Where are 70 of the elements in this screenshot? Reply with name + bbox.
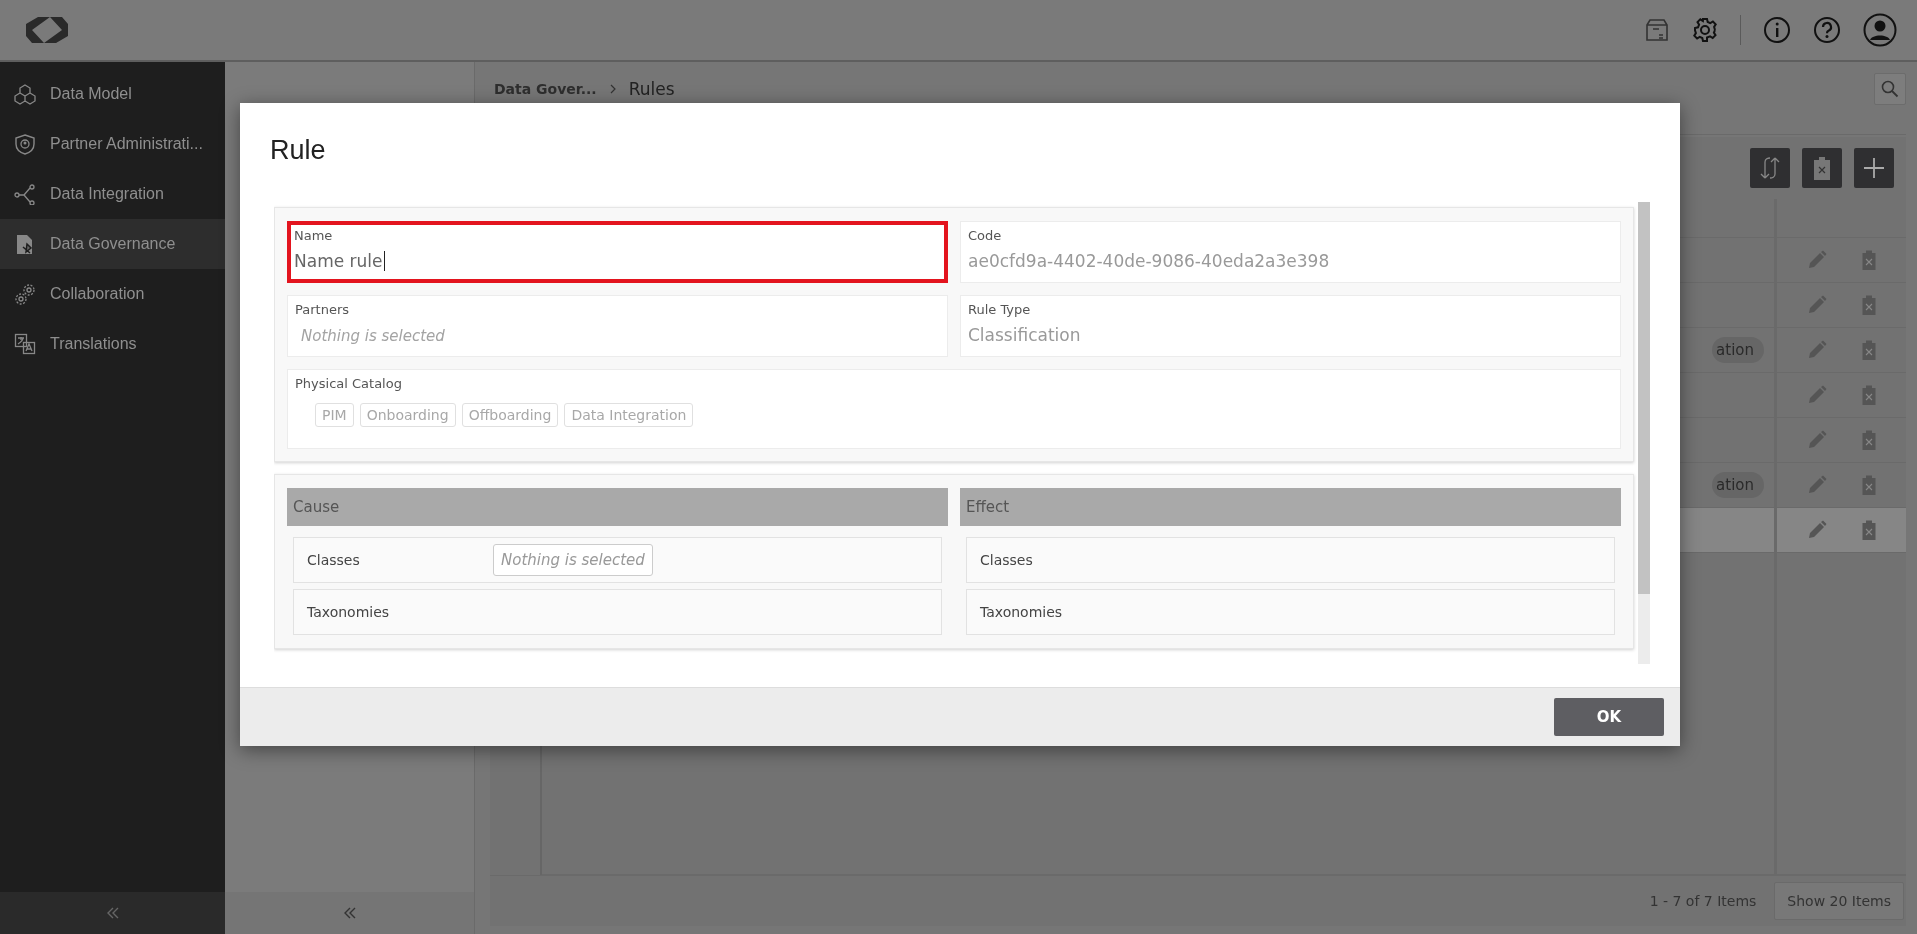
field-label: Rule Type: [968, 302, 1032, 317]
section-header: Effect: [960, 488, 1621, 526]
pencil-icon[interactable]: [1806, 295, 1827, 315]
field-label: Name: [294, 228, 334, 243]
chevron-right-icon: [608, 84, 617, 94]
delete-button[interactable]: [1802, 148, 1842, 188]
select-field[interactable]: Partners Nothing is selected: [287, 295, 948, 357]
sync-icon: [1759, 156, 1781, 180]
field-label: Code: [968, 228, 1003, 243]
page-size-button[interactable]: Show 20 Items: [1774, 882, 1904, 920]
scrollbar[interactable]: [1638, 202, 1650, 664]
settings-icon[interactable]: [1692, 17, 1718, 43]
trash-icon[interactable]: [1862, 250, 1877, 270]
trash-icon[interactable]: [1862, 385, 1877, 405]
tag: ation: [1712, 337, 1764, 363]
trash-icon[interactable]: [1862, 430, 1877, 450]
trash-icon: [1813, 156, 1831, 180]
section-header: Cause: [287, 488, 948, 526]
sidebar-item[interactable]: Data Model: [0, 69, 225, 119]
field-value: ae0cfd9a-4402-40de-9086-40eda2a3e398: [968, 251, 1330, 271]
collapse-icon[interactable]: [342, 907, 357, 919]
row-label: Classes: [980, 552, 1034, 568]
search-icon: [1881, 80, 1899, 98]
dialog-title: Rule: [269, 134, 327, 166]
search-button[interactable]: [1874, 73, 1906, 105]
sync-button[interactable]: [1750, 148, 1790, 188]
text-field[interactable]: Name Name rule: [287, 221, 948, 283]
sidebar-item[interactable]: Collaboration: [0, 269, 225, 319]
breadcrumb-item: Rules: [628, 79, 675, 99]
scrollbar-thumb[interactable]: [1638, 202, 1650, 594]
sidebar-item[interactable]: Translations: [0, 319, 225, 369]
breadcrumb-item[interactable]: Data Gover...: [494, 81, 597, 97]
user-avatar-icon[interactable]: [1863, 13, 1897, 47]
pencil-icon[interactable]: [1806, 430, 1827, 450]
info-icon[interactable]: [1763, 16, 1791, 44]
sidebar-item[interactable]: Data Integration: [0, 169, 225, 219]
placeholder-text: Nothing is selected: [301, 327, 446, 345]
package-icon[interactable]: [1644, 17, 1670, 43]
ok-button[interactable]: OK: [1554, 698, 1664, 736]
text-cursor: [383, 251, 385, 271]
row-label: Classes: [307, 552, 361, 568]
collapse-icon[interactable]: [105, 907, 120, 919]
pencil-icon[interactable]: [1806, 385, 1827, 405]
network-icon: [14, 183, 36, 205]
cubes-icon: [14, 83, 36, 105]
gears-icon: [14, 283, 36, 305]
sidebar-item[interactable]: Data Governance: [0, 219, 225, 269]
pencil-icon[interactable]: [1806, 340, 1827, 360]
trash-icon[interactable]: [1862, 340, 1877, 360]
help-icon[interactable]: [1813, 16, 1841, 44]
row-label: Taxonomies: [980, 604, 1064, 620]
tag: ation: [1712, 472, 1764, 498]
pencil-icon[interactable]: [1806, 520, 1827, 540]
translate-icon: [14, 333, 36, 355]
field-label: Partners: [295, 302, 351, 317]
trash-icon[interactable]: [1862, 475, 1877, 495]
pencil-icon[interactable]: [1806, 475, 1827, 495]
sidebar-item[interactable]: Partner Administrati...: [0, 119, 225, 169]
row-label: Taxonomies: [307, 604, 391, 620]
add-button[interactable]: [1854, 148, 1894, 188]
shield-icon: [14, 133, 36, 155]
pencil-icon[interactable]: [1806, 250, 1827, 270]
field-label: Physical Catalog: [295, 376, 403, 391]
field-value: Classification: [968, 325, 1081, 345]
trash-icon[interactable]: [1862, 295, 1877, 315]
trash-icon[interactable]: [1862, 520, 1877, 540]
field-value: Name rule: [294, 251, 383, 271]
pager-summary: 1 - 7 of 7 Items: [1649, 893, 1757, 909]
select-button[interactable]: Nothing is selected: [493, 544, 653, 576]
plus-icon: [1863, 157, 1885, 179]
